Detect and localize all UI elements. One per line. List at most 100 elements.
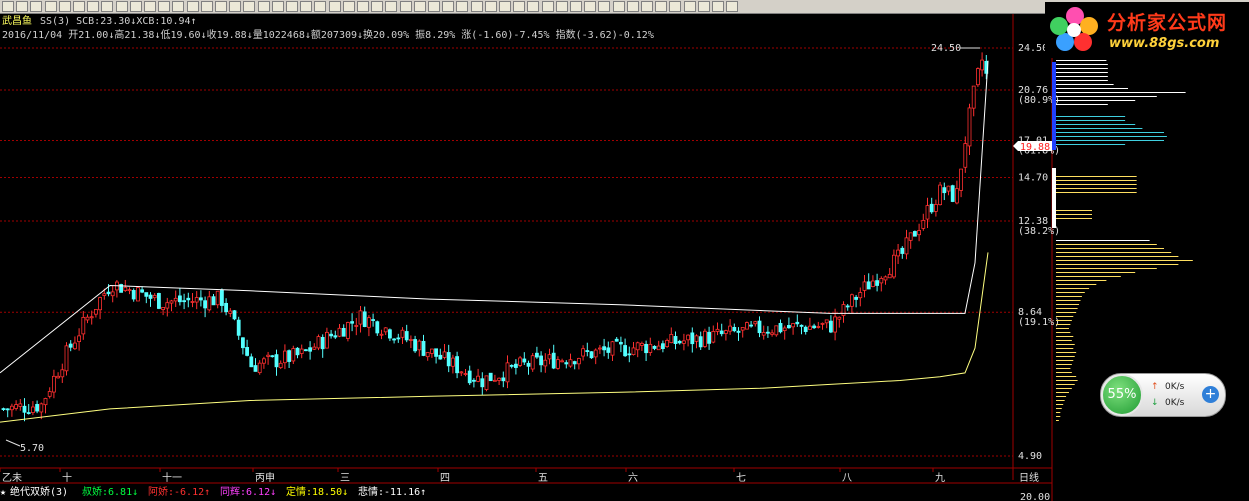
candle-body	[467, 370, 472, 384]
candle-body	[740, 327, 745, 331]
candle-body	[39, 403, 44, 413]
candle-body	[337, 327, 342, 337]
volume-profile-bar	[1056, 132, 1164, 133]
candle-body	[30, 406, 35, 413]
candle-body	[354, 325, 359, 327]
volume-profile-bar	[1056, 218, 1092, 219]
candle-body	[253, 365, 258, 372]
candle-body	[135, 287, 140, 302]
candle-body	[606, 347, 611, 353]
volume-profile-bar	[1056, 396, 1067, 397]
download-arrow-icon: ↓	[1151, 398, 1159, 408]
candle-body	[757, 320, 762, 334]
volume-profile-bar	[1056, 140, 1164, 141]
candle-body	[568, 359, 573, 367]
candle-body	[623, 345, 627, 357]
candle-body	[673, 336, 678, 345]
volume-profile-bar	[1056, 192, 1137, 193]
candle-body	[543, 359, 548, 367]
candle-body	[165, 302, 170, 309]
candle-body	[308, 347, 313, 352]
candle-body	[52, 375, 56, 393]
candle-body	[211, 296, 216, 306]
candle-body	[131, 290, 136, 300]
candle-body	[589, 351, 594, 359]
candle-body	[598, 347, 602, 350]
candle-body	[505, 362, 510, 383]
volume-profile-bar	[1056, 348, 1074, 349]
candle-body	[177, 295, 182, 303]
volume-profile-bar	[1056, 368, 1071, 369]
volume-profile-bar	[1056, 388, 1072, 389]
candle-body	[963, 143, 968, 168]
candle-body	[14, 404, 19, 409]
candle-body	[295, 347, 300, 356]
network-widget[interactable]: 55% ↑ 0K/s ↓ 0K/s +	[1100, 373, 1226, 417]
candle-body	[980, 59, 984, 71]
indicator-value: 阿娇:-6.12↑	[148, 486, 210, 498]
candle-body	[459, 371, 464, 374]
candle-body	[450, 357, 455, 367]
candle-body	[934, 204, 938, 212]
candle-body	[463, 373, 468, 375]
candle-body	[392, 338, 397, 341]
candle-body	[875, 280, 879, 286]
volume-profile-bar	[1056, 296, 1082, 297]
candle-body	[73, 342, 77, 350]
volume-profile-bar	[1056, 76, 1108, 77]
candle-body	[770, 332, 774, 335]
candle-body	[917, 230, 921, 236]
candle-body	[724, 330, 728, 334]
candle-body	[572, 361, 577, 365]
volume-profile-bar	[1056, 372, 1072, 373]
candle-body	[644, 343, 648, 354]
candle-body	[333, 335, 338, 338]
candle-body	[866, 281, 871, 290]
period-label[interactable]: 日线	[1019, 471, 1039, 484]
time-labels: 乙未 十 十一 丙申 三 四 五 六 七 八 九	[0, 468, 945, 484]
candle-body	[971, 85, 976, 109]
candle-body	[320, 336, 325, 350]
volume-profile-bar	[1056, 400, 1065, 401]
candle-body	[665, 340, 669, 347]
volume-profile-bar	[1056, 412, 1061, 413]
candle-body	[182, 300, 187, 303]
lower-axis-value: 20.00	[1020, 492, 1050, 501]
candle-body	[110, 291, 115, 297]
volume-profile-bar	[1056, 144, 1126, 145]
candle-body	[257, 362, 262, 374]
candle-body	[219, 290, 224, 306]
candle-body	[921, 219, 926, 229]
candle-body	[278, 362, 283, 368]
volume-profile-bar	[1056, 340, 1072, 341]
volume-profile-bar	[1056, 288, 1090, 289]
volume-profile-bar	[1056, 300, 1081, 301]
volume-profile-bar	[1056, 264, 1179, 265]
volume-profile-bar	[1056, 292, 1085, 293]
candle-body	[232, 310, 237, 320]
indicator-name[interactable]: 绝代双娇(3)	[10, 485, 68, 498]
volume-profile-bar	[1056, 248, 1164, 249]
candle-body	[56, 375, 60, 379]
candle-body	[442, 351, 447, 358]
candle-body	[404, 331, 409, 341]
candle-body	[808, 325, 812, 330]
candle-body	[896, 249, 900, 257]
indicator-value: 叔娇:6.81↓	[82, 486, 138, 498]
candle-body	[144, 292, 149, 297]
candle-body	[434, 348, 439, 357]
volume-profile-bar	[1056, 184, 1137, 185]
volume-profile-bar	[1056, 384, 1075, 385]
candle-body	[703, 330, 707, 347]
candle-body	[547, 354, 552, 360]
candle-body	[81, 317, 86, 335]
candle-body	[803, 326, 808, 332]
candle-body	[707, 331, 711, 344]
expand-plus-icon[interactable]: +	[1202, 386, 1219, 403]
price-tick-label: 4.90	[1018, 451, 1042, 462]
candle-body	[669, 334, 674, 344]
candle-body	[161, 307, 166, 310]
download-speed-row: ↓ 0K/s	[1151, 398, 1184, 408]
candle-body	[64, 345, 69, 372]
candle-body	[228, 310, 233, 314]
